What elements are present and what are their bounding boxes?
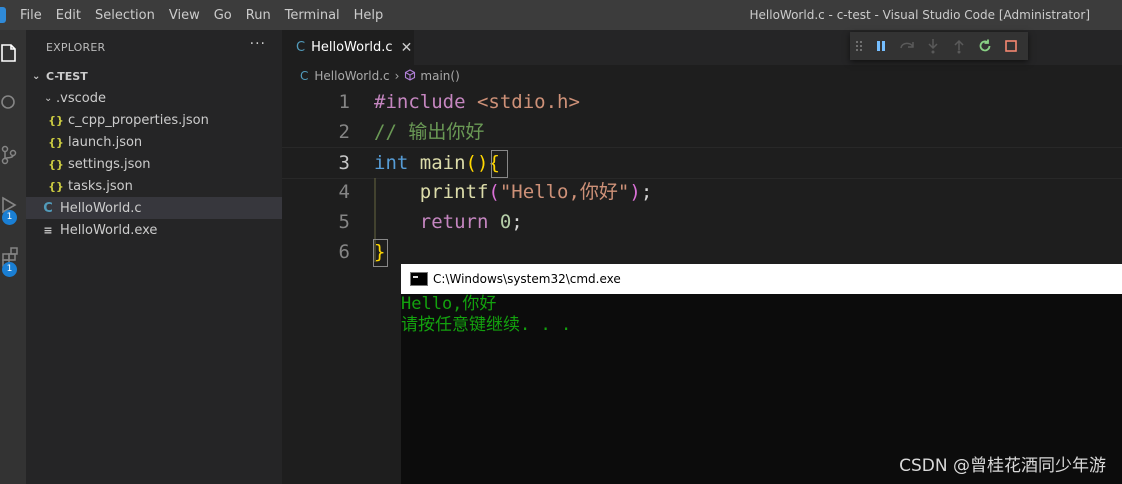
bracket-match-highlight bbox=[491, 150, 508, 178]
chevron-right-icon: › bbox=[394, 69, 400, 83]
close-icon[interactable]: ✕ bbox=[401, 40, 413, 56]
title-bar: File Edit Selection View Go Run Terminal… bbox=[0, 0, 1122, 30]
breadcrumb-file[interactable]: HelloWorld.c bbox=[314, 69, 389, 83]
c-file-icon: C bbox=[43, 200, 53, 216]
watermark: CSDN @曾桂花酒同少年游 bbox=[899, 456, 1106, 476]
tab-helloworld-c[interactable]: C HelloWorld.c ✕ bbox=[282, 30, 414, 65]
console-icon bbox=[410, 272, 428, 286]
drag-handle-icon[interactable] bbox=[850, 32, 868, 60]
pause-icon[interactable] bbox=[868, 32, 894, 60]
menu-selection[interactable]: Selection bbox=[88, 8, 162, 23]
code-line: 2 // 输出你好 bbox=[282, 117, 1122, 147]
search-icon[interactable] bbox=[0, 92, 20, 114]
extensions-badge: 1 bbox=[2, 262, 17, 277]
folder-c-test[interactable]: ⌄ C-TEST bbox=[26, 65, 282, 87]
line-number: 5 bbox=[338, 211, 350, 233]
line-number: 4 bbox=[338, 181, 350, 203]
menu-help[interactable]: Help bbox=[347, 8, 391, 23]
cmd-output-line: Hello,你好 bbox=[401, 294, 497, 314]
step-over-icon[interactable] bbox=[894, 32, 920, 60]
code-line: 4 printf("Hello,你好"); bbox=[282, 177, 1122, 207]
cmd-output-line: 请按任意键继续. . . bbox=[401, 315, 572, 335]
menu-run[interactable]: Run bbox=[239, 8, 278, 23]
cmd-title-bar[interactable]: C:\Windows\system32\cmd.exe bbox=[401, 264, 1122, 294]
menu-go[interactable]: Go bbox=[207, 8, 239, 23]
menu-file[interactable]: File bbox=[13, 8, 49, 23]
run-badge: 1 bbox=[2, 210, 17, 225]
json-file-icon: {} bbox=[48, 135, 64, 149]
breadcrumb-symbol[interactable]: main() bbox=[420, 69, 459, 83]
step-into-icon[interactable] bbox=[920, 32, 946, 60]
window-title: HelloWorld.c - c-test - Visual Studio Co… bbox=[749, 8, 1090, 22]
file-launch-json[interactable]: {} launch.json bbox=[26, 131, 282, 153]
step-out-icon[interactable] bbox=[946, 32, 972, 60]
folder-vscode[interactable]: ⌄ .vscode bbox=[26, 87, 282, 109]
vscode-logo-icon bbox=[0, 7, 6, 23]
exe-file-icon: ≡ bbox=[43, 223, 53, 237]
more-actions-icon[interactable]: ··· bbox=[250, 36, 266, 52]
source-control-icon[interactable] bbox=[0, 144, 20, 166]
json-file-icon: {} bbox=[48, 157, 64, 171]
cmd-window[interactable]: C:\Windows\system32\cmd.exe Hello,你好 请按任… bbox=[401, 264, 1122, 484]
debug-toolbar bbox=[850, 32, 1028, 60]
line-number: 6 bbox=[338, 241, 350, 263]
line-number: 2 bbox=[338, 121, 350, 143]
explorer-sidebar: EXPLORER ··· ⌄ C-TEST ⌄ .vscode {} c_cpp… bbox=[26, 30, 282, 484]
explorer-icon[interactable] bbox=[0, 42, 20, 64]
menu-view[interactable]: View bbox=[162, 8, 207, 23]
line-number: 3 bbox=[338, 152, 350, 174]
menu-terminal[interactable]: Terminal bbox=[278, 8, 347, 23]
c-file-icon: C bbox=[296, 40, 306, 55]
menu-edit[interactable]: Edit bbox=[49, 8, 88, 23]
bracket-match-highlight bbox=[373, 239, 388, 267]
file-tasks-json[interactable]: {} tasks.json bbox=[26, 175, 282, 197]
chevron-down-icon: ⌄ bbox=[44, 92, 53, 104]
stop-icon[interactable] bbox=[998, 32, 1024, 60]
line-number: 1 bbox=[338, 91, 350, 113]
cmd-title: C:\Windows\system32\cmd.exe bbox=[433, 272, 621, 286]
tab-label: HelloWorld.c bbox=[311, 40, 393, 55]
file-settings-json[interactable]: {} settings.json bbox=[26, 153, 282, 175]
chevron-down-icon: ⌄ bbox=[32, 70, 41, 82]
menu-bar: File Edit Selection View Go Run Terminal… bbox=[13, 0, 390, 30]
symbol-method-icon bbox=[404, 68, 416, 84]
cmd-output: Hello,你好 请按任意键继续. . . bbox=[401, 294, 571, 336]
breadcrumb: C HelloWorld.c › main() bbox=[282, 65, 1122, 87]
file-helloworld-exe[interactable]: ≡ HelloWorld.exe bbox=[26, 219, 282, 241]
explorer-header: EXPLORER bbox=[46, 41, 106, 54]
activity-bar: 1 1 bbox=[0, 30, 26, 484]
code-line: 1 #include <stdio.h> bbox=[282, 87, 1122, 117]
json-file-icon: {} bbox=[48, 113, 64, 127]
code-line-current: 3 int main(){ bbox=[282, 147, 1122, 179]
file-helloworld-c[interactable]: C HelloWorld.c bbox=[26, 197, 282, 219]
restart-icon[interactable] bbox=[972, 32, 998, 60]
code-line: 6 } bbox=[282, 237, 1122, 267]
code-line: 5 return 0; bbox=[282, 207, 1122, 237]
json-file-icon: {} bbox=[48, 179, 64, 193]
c-file-icon: C bbox=[300, 69, 309, 83]
file-c-cpp-properties-json[interactable]: {} c_cpp_properties.json bbox=[26, 109, 282, 131]
